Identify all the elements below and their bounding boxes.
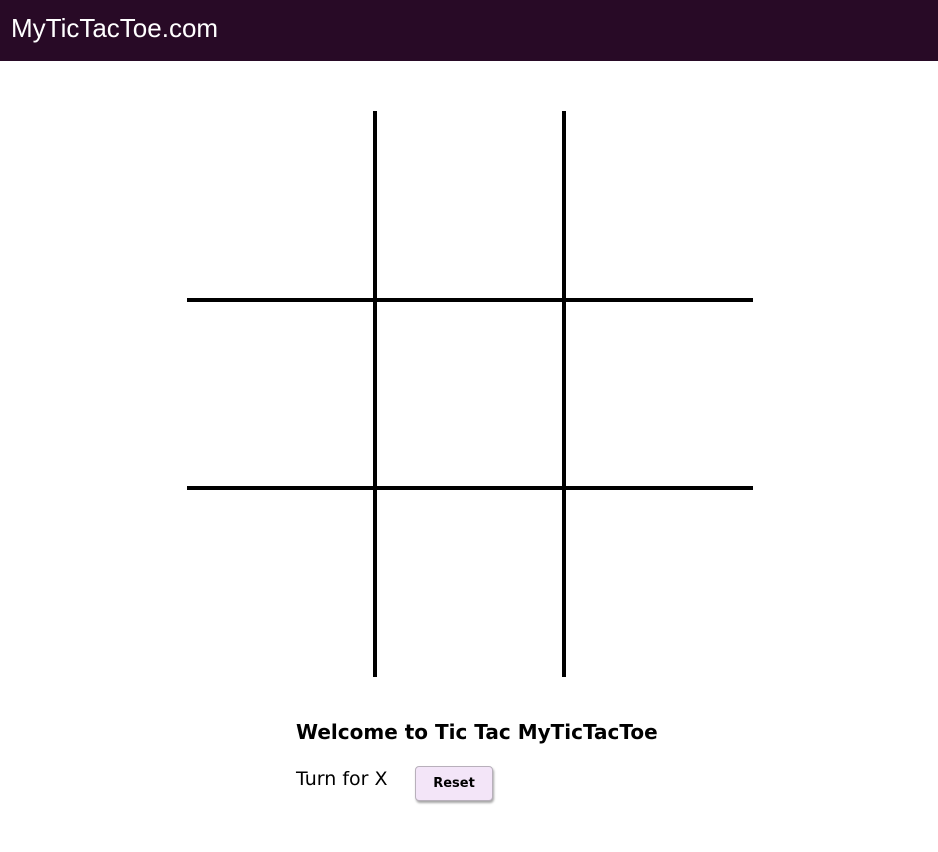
grid-line-horizontal-1	[187, 298, 753, 302]
grid-line-vertical-2	[562, 111, 566, 677]
board-cell-3[interactable]	[565, 111, 752, 298]
navbar: MyTicTacToe.com	[0, 0, 938, 61]
brand-title[interactable]: MyTicTacToe.com	[11, 13, 218, 43]
welcome-heading: Welcome to Tic Tac MyTicTacToe	[296, 720, 658, 744]
reset-button[interactable]: Reset	[415, 766, 493, 801]
turn-row: Turn for X Reset	[296, 766, 596, 802]
board-cell-8[interactable]	[376, 489, 563, 676]
board-cell-4[interactable]	[187, 300, 374, 487]
grid-line-vertical-1	[373, 111, 377, 677]
grid-line-horizontal-2	[187, 486, 753, 490]
game-board	[187, 111, 753, 677]
game-info: Welcome to Tic Tac MyTicTacToe Turn for …	[296, 716, 658, 801]
board-cell-5[interactable]	[376, 300, 563, 487]
board-cell-6[interactable]	[565, 300, 752, 487]
board-cell-7[interactable]	[187, 489, 374, 676]
turn-indicator: Turn for X	[296, 768, 388, 790]
board-cell-2[interactable]	[376, 111, 563, 298]
board-cell-9[interactable]	[565, 489, 752, 676]
board-cell-1[interactable]	[187, 111, 374, 298]
